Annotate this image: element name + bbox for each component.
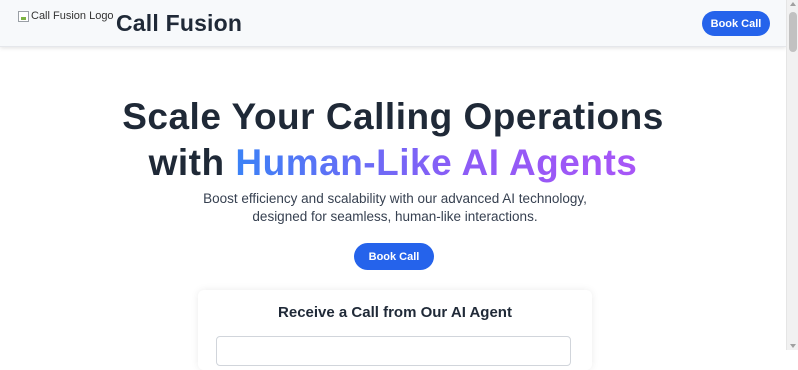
scroll-thumb[interactable]	[789, 12, 797, 52]
card-title: Receive a Call from Our AI Agent	[278, 304, 512, 321]
scroll-up-arrow-icon[interactable]	[790, 2, 796, 6]
logo-image[interactable]: Call Fusion Logo	[18, 10, 114, 22]
hero-title-line-1: Scale Your Calling Operations	[122, 96, 664, 137]
broken-image-icon	[18, 10, 29, 22]
site-header: Call Fusion Logo Call Fusion Book Call	[0, 0, 786, 47]
hero-title-highlight: Human-Like AI Agents	[235, 142, 638, 183]
hero-title-prefix: with	[148, 142, 236, 183]
call-request-card: Receive a Call from Our AI Agent	[198, 290, 592, 370]
header-book-call-button[interactable]: Book Call	[702, 11, 770, 36]
hero-title: Scale Your Calling Operations with Human…	[0, 94, 786, 186]
hero-title-line-2: with Human-Like AI Agents	[0, 140, 786, 186]
hero-book-call-button[interactable]: Book Call	[354, 243, 434, 270]
vertical-scrollbar[interactable]	[786, 0, 798, 350]
brand-name[interactable]: Call Fusion	[116, 10, 242, 37]
logo-alt-text: Call Fusion Logo	[31, 10, 114, 22]
card-input-field[interactable]	[216, 336, 571, 366]
scroll-down-arrow-icon[interactable]	[790, 344, 796, 348]
hero-subtitle: Boost efficiency and scalability with ou…	[203, 191, 587, 224]
